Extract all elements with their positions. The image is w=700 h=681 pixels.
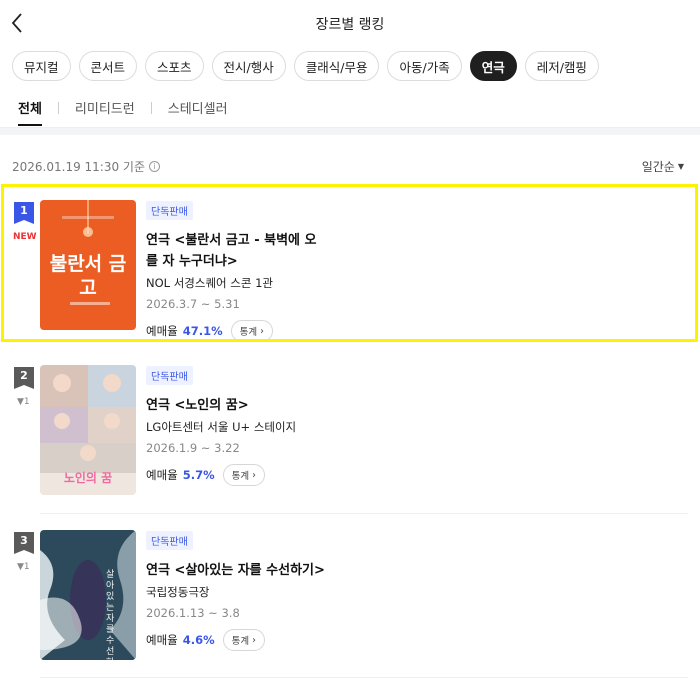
ranking-timestamp: 2026.01.19 11:30 기준 i: [12, 158, 160, 175]
date-range: 2026.3.7 ~ 5.31: [146, 297, 240, 311]
chevron-right-icon: ›: [252, 634, 256, 646]
poster-title: 불란서 금고: [49, 253, 127, 299]
stats-label: 통계: [239, 327, 258, 338]
poster-image[interactable]: 불란서 금고: [40, 200, 136, 330]
poster-image[interactable]: 노인의 꿈: [40, 365, 136, 495]
stats-button[interactable]: 통계 ›: [222, 464, 265, 486]
genre-chip-classic[interactable]: 클래식/무용: [293, 51, 380, 81]
rate-label: 예매율: [146, 633, 178, 647]
item-divider: [40, 677, 688, 678]
exclusive-tag: 단독판매: [146, 201, 193, 220]
item-title[interactable]: 연극 <살아있는 자를 수선하기>: [146, 560, 680, 581]
rate-value: 47.1%: [182, 324, 223, 338]
genre-chip-kids[interactable]: 아동/가족: [387, 51, 462, 81]
stats-button[interactable]: 통계 ›: [230, 320, 273, 342]
item-info: 단독판매 연극 <불란서 금고 - 북벽에 오 를 자 누구더냐> NOL 서경…: [146, 200, 680, 342]
poster-image[interactable]: 살아있는 자를 수선하기: [40, 530, 136, 660]
poster-art: [40, 530, 136, 660]
venue-text: LG아트센터 서울 U+ 스테이지: [146, 420, 297, 434]
chevron-right-icon: ›: [252, 469, 256, 481]
info-icon[interactable]: i: [149, 161, 160, 172]
rate-value: 5.7%: [182, 468, 215, 482]
rank-change: ▼1: [17, 397, 30, 407]
rate-label: 예매율: [146, 324, 178, 338]
tab-divider: [150, 101, 152, 114]
genre-chip-leisure[interactable]: 레저/캠핑: [524, 51, 599, 81]
rank-badge: 3: [14, 532, 34, 554]
stats-label: 통계: [231, 471, 250, 482]
booking-rate-row: 예매율 5.7% 통계 ›: [146, 464, 680, 486]
item-info: 단독판매 연극 <살아있는 자를 수선하기> 국립정동극장 2026.1.13 …: [146, 530, 680, 651]
genre-chip-concert[interactable]: 콘서트: [78, 51, 138, 81]
genre-chip-musical[interactable]: 뮤지컬: [12, 51, 71, 81]
page-title: 장르별 랭킹: [315, 17, 385, 33]
rank-badge: 1: [14, 202, 34, 224]
title-line: 연극 <불란서 금고 - 북벽에 오: [146, 233, 317, 248]
item-title[interactable]: 연극 <노인의 꿈>: [146, 395, 680, 416]
sub-tab-bar: 전체 리미티드런 스테디셀러: [18, 98, 228, 126]
venue-text: 국립정동극장: [146, 585, 210, 599]
rate-label: 예매율: [146, 468, 178, 482]
venue-text: NOL 서경스퀘어 스콘 1관: [146, 276, 273, 290]
booking-rate-row: 예매율 4.6% 통계 ›: [146, 629, 680, 651]
sort-label: 일간순: [641, 160, 675, 174]
sort-dropdown[interactable]: 일간순 ▼: [642, 158, 684, 175]
top-header: 장르별 랭킹: [0, 0, 700, 46]
exclusive-tag: 단독판매: [146, 531, 193, 550]
item-divider: [40, 513, 688, 514]
genre-chip-bar: 뮤지컬 콘서트 스포츠 전시/행사 클래식/무용 아동/가족 연극 레저/캠핑: [12, 51, 599, 81]
date-range: 2026.1.9 ~ 3.22: [146, 441, 240, 455]
poster-title: 노인의 꿈: [63, 471, 113, 485]
poster-title: 살아있는 자를 수선하기: [106, 570, 115, 660]
exclusive-tag: 단독판매: [146, 366, 193, 385]
subtab-steady-seller[interactable]: 스테디셀러: [168, 98, 228, 117]
subtab-limited-run[interactable]: 리미티드런: [75, 98, 135, 117]
timestamp-text: 2026.01.19 11:30 기준: [12, 160, 145, 174]
subtab-all[interactable]: 전체: [18, 98, 42, 126]
genre-chip-play[interactable]: 연극: [469, 51, 517, 81]
item-info: 단독판매 연극 <노인의 꿈> LG아트센터 서울 U+ 스테이지 2026.1…: [146, 365, 680, 486]
rank-change: ▼1: [17, 562, 30, 572]
date-range: 2026.1.13 ~ 3.8: [146, 606, 240, 620]
section-divider: [0, 127, 700, 135]
stats-label: 통계: [231, 636, 250, 647]
chevron-right-icon: ›: [260, 325, 264, 337]
title-line: 연극 <살아있는 자를 수선하기>: [146, 563, 325, 578]
booking-rate-row: 예매율 47.1% 통계 ›: [146, 320, 680, 342]
rank-badge: 2: [14, 367, 34, 389]
item-title[interactable]: 연극 <불란서 금고 - 북벽에 오 를 자 누구더냐>: [146, 230, 680, 272]
rate-value: 4.6%: [182, 633, 215, 647]
stats-button[interactable]: 통계 ›: [222, 629, 265, 651]
caret-down-icon: ▼: [677, 162, 684, 171]
new-badge: NEW: [13, 232, 37, 242]
genre-chip-exhibition[interactable]: 전시/행사: [211, 51, 286, 81]
genre-chip-sports[interactable]: 스포츠: [145, 51, 204, 81]
tab-divider: [57, 101, 59, 114]
title-line: 를 자 누구더냐>: [146, 254, 238, 269]
title-line: 연극 <노인의 꿈>: [146, 398, 249, 413]
